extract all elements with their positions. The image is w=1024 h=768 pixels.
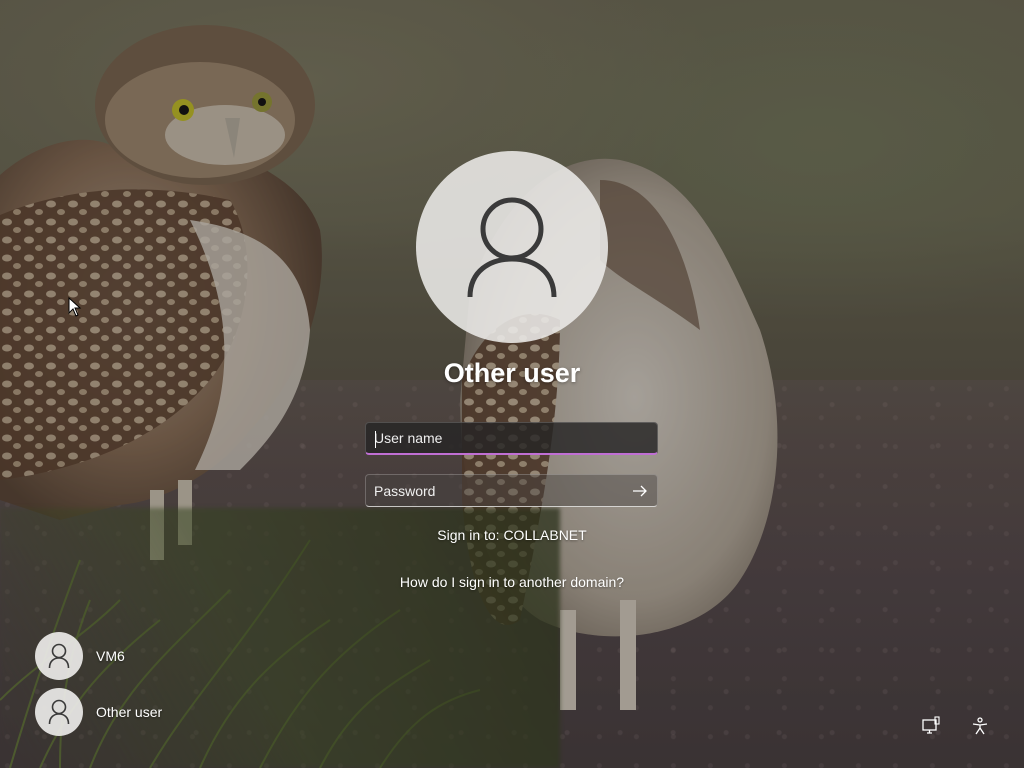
user-avatar-icon bbox=[467, 197, 557, 298]
network-icon bbox=[922, 716, 940, 734]
user-tile-vm6[interactable]: VM6 bbox=[35, 632, 125, 680]
mouse-pointer-icon bbox=[68, 297, 82, 317]
signin-domain-text: Sign in to: COLLABNET bbox=[437, 527, 587, 543]
network-button[interactable] bbox=[918, 713, 944, 739]
password-field[interactable] bbox=[365, 474, 658, 507]
user-avatar bbox=[35, 688, 83, 736]
text-caret bbox=[375, 431, 376, 448]
username-input[interactable] bbox=[366, 423, 657, 453]
password-input[interactable] bbox=[366, 475, 623, 506]
user-avatar-large bbox=[416, 151, 608, 343]
accessibility-icon bbox=[972, 717, 988, 735]
submit-button[interactable] bbox=[623, 475, 657, 506]
user-tile-label: VM6 bbox=[96, 648, 125, 664]
selected-user-name: Other user bbox=[443, 358, 581, 388]
user-avatar-icon bbox=[48, 643, 70, 669]
user-avatar-icon bbox=[48, 699, 70, 725]
user-tile-label: Other user bbox=[96, 704, 163, 720]
user-avatar bbox=[35, 632, 83, 680]
other-domain-help-link[interactable]: How do I sign in to another domain? bbox=[312, 574, 712, 590]
accessibility-button[interactable] bbox=[967, 713, 993, 739]
username-field[interactable] bbox=[365, 422, 658, 455]
arrow-right-icon bbox=[633, 485, 647, 496]
lock-screen: Other user Sign in to: COLLABNET How do … bbox=[0, 0, 1024, 768]
user-tile-other-user[interactable]: Other user bbox=[35, 688, 162, 736]
